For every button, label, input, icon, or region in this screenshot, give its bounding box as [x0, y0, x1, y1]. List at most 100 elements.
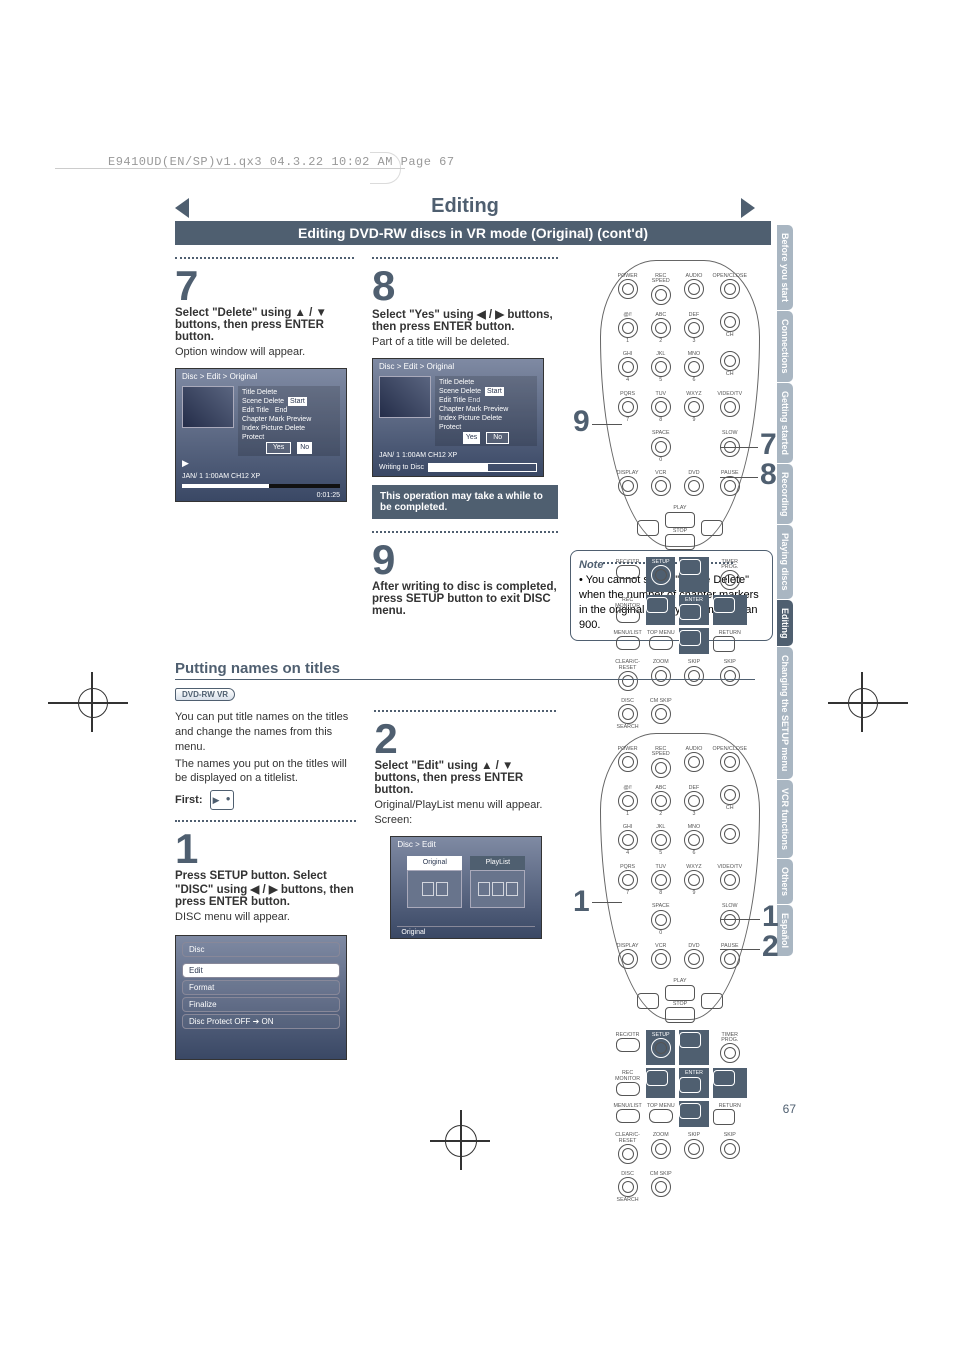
- tab-before-you-start[interactable]: Before you start: [777, 225, 793, 310]
- key-2[interactable]: [651, 318, 671, 338]
- step-2-title: Select "Edit" using ▲ / ▼ buttons, then …: [374, 760, 555, 796]
- open-close-button[interactable]: [720, 279, 740, 299]
- step-9-title: After writing to disc is completed, pres…: [372, 581, 558, 617]
- callout-7: 7: [760, 428, 777, 462]
- key-9[interactable]: [684, 397, 704, 417]
- arrow-left-icon: [175, 198, 189, 218]
- up-button[interactable]: [679, 559, 701, 575]
- osd-7-no[interactable]: No: [297, 442, 312, 453]
- disc-menu-format[interactable]: Format: [182, 980, 340, 995]
- osd-8-thumbnail: [379, 376, 431, 418]
- osd-7-timer: 0:01:25: [317, 492, 340, 499]
- osd-8-foot-left: JAN/ 1 1:00AM CH12 XP: [379, 452, 457, 459]
- arrow-right-icon: [741, 198, 755, 218]
- key-3[interactable]: [684, 318, 704, 338]
- setup-button[interactable]: [651, 565, 671, 585]
- video-tv-button[interactable]: [720, 397, 740, 417]
- tab-editing[interactable]: Editing: [777, 600, 793, 647]
- ruler-line: [55, 168, 405, 169]
- step-2-body: Original/PlayList menu will appear. Scre…: [374, 798, 555, 828]
- ch-down-button[interactable]: [720, 351, 740, 371]
- step-7: 7 Select "Delete" using ▲ / ▼ buttons, t…: [175, 255, 354, 617]
- page: E9410UD(EN/SP)v1.qx3 04.3.22 10:02 AM Pa…: [0, 0, 954, 1351]
- key-6[interactable]: [684, 357, 704, 377]
- section2-col-left: You can put title names on the titles an…: [175, 708, 356, 1060]
- disc-menu-edit[interactable]: Edit: [182, 963, 340, 978]
- page-heading-wrap: Editing Editing DVD-RW discs in VR mode …: [175, 195, 755, 245]
- enter-button-2[interactable]: [679, 1077, 701, 1093]
- disc-menu-finalize[interactable]: Finalize: [182, 997, 340, 1012]
- section2-heading: Putting names on titles: [175, 660, 755, 677]
- step-2-number: 2: [374, 718, 555, 760]
- key-4[interactable]: [618, 357, 638, 377]
- step-8-number: 8: [372, 265, 558, 307]
- top-menu-button[interactable]: [649, 636, 673, 650]
- step-1-number: 1: [175, 828, 356, 870]
- pause-button[interactable]: [720, 476, 740, 496]
- enter-button[interactable]: [679, 604, 701, 620]
- disc-menu-protect[interactable]: Disc Protect OFF ➔ ON: [182, 1014, 340, 1029]
- key-5[interactable]: [651, 357, 671, 377]
- display-button[interactable]: [618, 476, 638, 496]
- right-button[interactable]: [713, 597, 735, 613]
- key-1[interactable]: [618, 318, 638, 338]
- insert-disc-icon: [210, 790, 234, 810]
- audio-button[interactable]: [684, 279, 704, 299]
- tab-playing-discs[interactable]: Playing discs: [777, 525, 793, 599]
- remote-bottom: POWER REC SPEED AUDIO OPEN/CLOSE @/!1 AB…: [600, 733, 760, 1020]
- step-7-number: 7: [175, 265, 354, 307]
- step-8-body: Part of a title will be deleted.: [372, 335, 558, 350]
- menu-list-button[interactable]: [616, 636, 640, 650]
- warning-box: This operation may take a while to be co…: [372, 485, 558, 519]
- osd-7-path: Disc > Edit > Original: [176, 369, 346, 384]
- timer-prog-button[interactable]: [720, 570, 740, 590]
- osd-8-no[interactable]: No: [486, 432, 509, 443]
- tab-recording[interactable]: Recording: [777, 464, 793, 525]
- left-button[interactable]: [646, 597, 668, 613]
- dvd-button[interactable]: [684, 476, 704, 496]
- tab-connections[interactable]: Connections: [777, 311, 793, 382]
- osd-7-yes[interactable]: Yes: [266, 442, 291, 453]
- key-7[interactable]: [618, 397, 638, 417]
- first-label: First:: [175, 794, 203, 806]
- power-button[interactable]: [618, 279, 638, 299]
- play-button[interactable]: [665, 512, 695, 528]
- callout-1-right: 1: [762, 900, 779, 934]
- rec-speed-button[interactable]: [651, 285, 671, 305]
- ff-button[interactable]: [701, 520, 723, 536]
- disc-menu-osd: Disc Edit Format Finalize Disc Protect O…: [175, 935, 347, 1060]
- disc-menu-header: Disc: [182, 942, 340, 957]
- osd-step-8: Disc > Edit > Original Title Delete Scen…: [372, 358, 544, 477]
- tab-setup-menu[interactable]: Changing the SETUP menu: [777, 647, 793, 779]
- stop-button[interactable]: [665, 534, 695, 550]
- setup-button-2[interactable]: [651, 1038, 671, 1058]
- callout-9: 9: [573, 405, 590, 439]
- dvd-rw-vr-logo: DVD-RW VR: [175, 688, 235, 701]
- tab-getting-started[interactable]: Getting started: [777, 383, 793, 463]
- rec-otr-button[interactable]: [616, 565, 640, 579]
- tab-vcr-functions[interactable]: VCR functions: [777, 780, 793, 858]
- rec-monitor-button[interactable]: [616, 609, 640, 623]
- callout-8: 8: [760, 458, 777, 492]
- heading-row: Editing: [175, 195, 755, 218]
- tab-espanol[interactable]: Español: [777, 905, 793, 956]
- remote-top: POWER REC SPEED AUDIO OPEN/CLOSE @/!1 AB…: [600, 260, 760, 547]
- tab-others[interactable]: Others: [777, 859, 793, 904]
- tile-original[interactable]: Original: [407, 856, 462, 908]
- page-number: 67: [783, 1102, 796, 1116]
- tile-playlist[interactable]: PlayList: [470, 856, 525, 908]
- osd-8-yes[interactable]: Yes: [463, 432, 480, 443]
- step-7-title: Select "Delete" using ▲ / ▼ buttons, the…: [175, 307, 354, 343]
- vcr-button[interactable]: [651, 476, 671, 496]
- ch-up-button[interactable]: [720, 312, 740, 332]
- key-8[interactable]: [651, 397, 671, 417]
- reg-mark-right: [828, 682, 908, 722]
- section2-intro2: The names you put on the titles will be …: [175, 757, 356, 787]
- rew-button[interactable]: [637, 520, 659, 536]
- ruler-text: E9410UD(EN/SP)v1.qx3 04.3.22 10:02 AM Pa…: [108, 155, 455, 169]
- return-button[interactable]: [713, 636, 735, 652]
- callout-2-right: 2: [762, 930, 779, 964]
- down-button[interactable]: [679, 630, 701, 646]
- key-0[interactable]: [651, 437, 671, 457]
- osd-7-thumbnail: [182, 386, 234, 428]
